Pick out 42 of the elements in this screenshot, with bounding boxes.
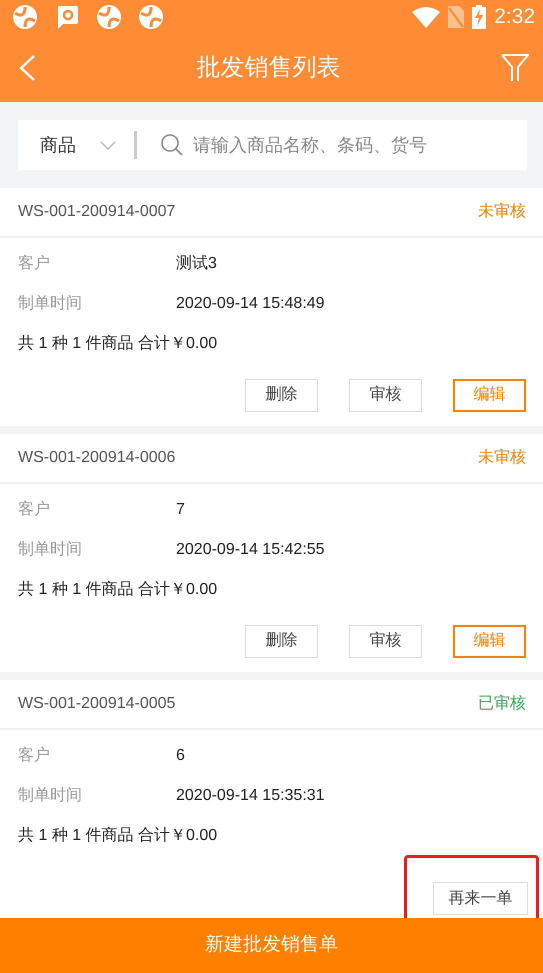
filter-icon[interactable] — [501, 54, 529, 82]
field-label: 客户 — [18, 254, 51, 274]
status-label: 未审核 — [478, 448, 526, 468]
status-time: 2:32 — [494, 4, 535, 30]
search-input[interactable]: 请输入商品名称、条码、货号 — [191, 130, 513, 160]
app-notification-icon — [138, 4, 164, 30]
category-dropdown[interactable]: 商品 — [18, 120, 116, 170]
field-value: 2020-09-14 15:48:49 — [176, 294, 325, 314]
order-number: WS-001-200914-0006 — [18, 448, 176, 468]
app-notification-icon — [12, 4, 38, 30]
search-icon — [161, 134, 183, 156]
status-label: 未审核 — [478, 202, 526, 222]
order-summary: 共 1 种 1 件商品 合计￥0.00 — [18, 826, 218, 846]
field-label: 客户 — [18, 746, 51, 766]
order-number: WS-001-200914-0005 — [18, 694, 176, 714]
action-button[interactable]: 删除 — [245, 378, 318, 412]
field-label: 制单时间 — [18, 294, 83, 314]
action-button[interactable]: 审核 — [349, 378, 422, 412]
field-value: 测试3 — [176, 254, 217, 274]
battery-charging-icon — [472, 5, 486, 29]
field-label: 制单时间 — [18, 786, 83, 806]
back-icon[interactable] — [18, 54, 36, 82]
status-label: 已审核 — [478, 694, 526, 714]
order-number: WS-001-200914-0007 — [18, 202, 176, 222]
chevron-down-icon — [100, 140, 116, 150]
field-label: 客户 — [18, 500, 51, 520]
page-title: 批发销售列表 — [196, 54, 340, 81]
field-value: 6 — [176, 746, 185, 766]
order-summary: 共 1 种 1 件商品 合计￥0.00 — [18, 334, 218, 354]
wifi-icon — [412, 6, 440, 28]
field-value: 2020-09-14 15:42:55 — [176, 540, 325, 560]
action-button[interactable]: 审核 — [349, 624, 422, 658]
search-field[interactable]: 请输入商品名称、条码、货号 — [116, 120, 527, 170]
category-label: 商品 — [40, 134, 76, 156]
field-value: 7 — [176, 500, 185, 520]
order-summary: 共 1 种 1 件商品 合计￥0.00 — [18, 580, 218, 600]
app-notification-icon — [96, 4, 122, 30]
action-button[interactable]: 再来一单 — [433, 882, 528, 915]
no-sim-icon — [448, 6, 464, 28]
action-button[interactable]: 删除 — [245, 624, 318, 658]
field-value: 2020-09-14 15:35:31 — [176, 786, 325, 806]
field-label: 制单时间 — [18, 540, 83, 560]
